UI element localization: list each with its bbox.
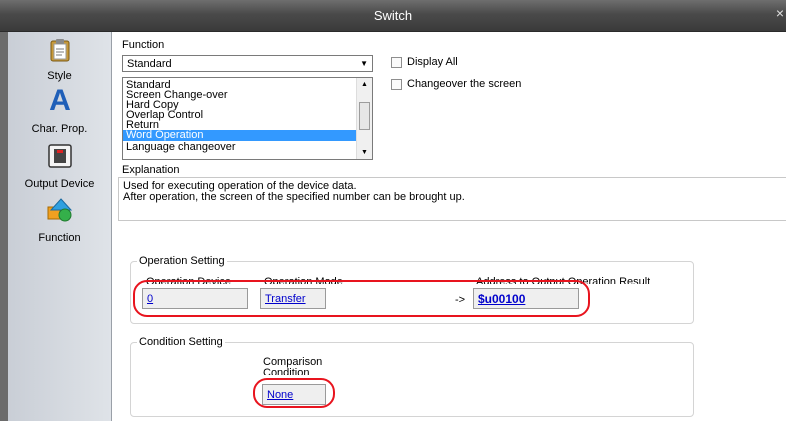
scroll-up-icon[interactable]: ▲ — [361, 81, 368, 88]
display-all-checkbox[interactable] — [391, 57, 402, 68]
list-item-selected[interactable]: Word Operation — [123, 130, 358, 141]
style-clipboard-icon — [50, 39, 70, 62]
window-left-edge — [0, 32, 8, 421]
condition-setting-group: Condition Setting — [130, 336, 694, 417]
function-label: Function — [122, 39, 165, 51]
list-item[interactable]: Language changeover — [123, 142, 358, 153]
highlight-ring-operation — [133, 280, 590, 317]
explanation-box: Used for executing operation of the devi… — [118, 177, 786, 221]
sidebar-item-label: Output Device — [24, 178, 95, 190]
sidebar: Style A Char. Prop. Output Device Functi… — [8, 32, 112, 421]
chevron-down-icon: ▼ — [360, 59, 368, 68]
sidebar-item-label: Function — [38, 232, 81, 244]
changeover-screen-label: Changeover the screen — [407, 78, 522, 90]
changeover-screen-checkbox[interactable] — [391, 79, 402, 90]
condition-setting-title: Condition Setting — [137, 336, 225, 348]
explanation-label: Explanation — [122, 164, 180, 176]
operation-setting-title: Operation Setting — [137, 255, 227, 267]
sidebar-item-label: Char. Prop. — [31, 123, 88, 135]
output-device-lamp-icon — [48, 144, 72, 168]
function-dropdown-value: Standard — [127, 58, 172, 70]
explanation-line: After operation, the screen of the speci… — [123, 191, 465, 203]
function-list[interactable]: Standard Screen Change-over Hard Copy Ov… — [122, 77, 373, 160]
list-scrollbar[interactable]: ▲ ▼ — [356, 78, 372, 159]
window-title: Switch — [373, 8, 413, 23]
function-shapes-icon — [47, 198, 73, 222]
char-prop-letter-a-icon: A — [49, 84, 71, 117]
function-dropdown[interactable]: Standard ▼ — [122, 55, 373, 72]
condition-label: Condition — [263, 367, 310, 375]
close-icon[interactable]: × — [776, 6, 784, 20]
sidebar-item-label: Style — [47, 70, 72, 82]
scroll-down-icon[interactable]: ▼ — [361, 149, 368, 156]
highlight-ring-condition — [253, 378, 335, 408]
scrollbar-thumb[interactable] — [359, 102, 370, 130]
display-all-label: Display All — [407, 56, 458, 68]
title-bar: Switch × — [0, 0, 786, 32]
